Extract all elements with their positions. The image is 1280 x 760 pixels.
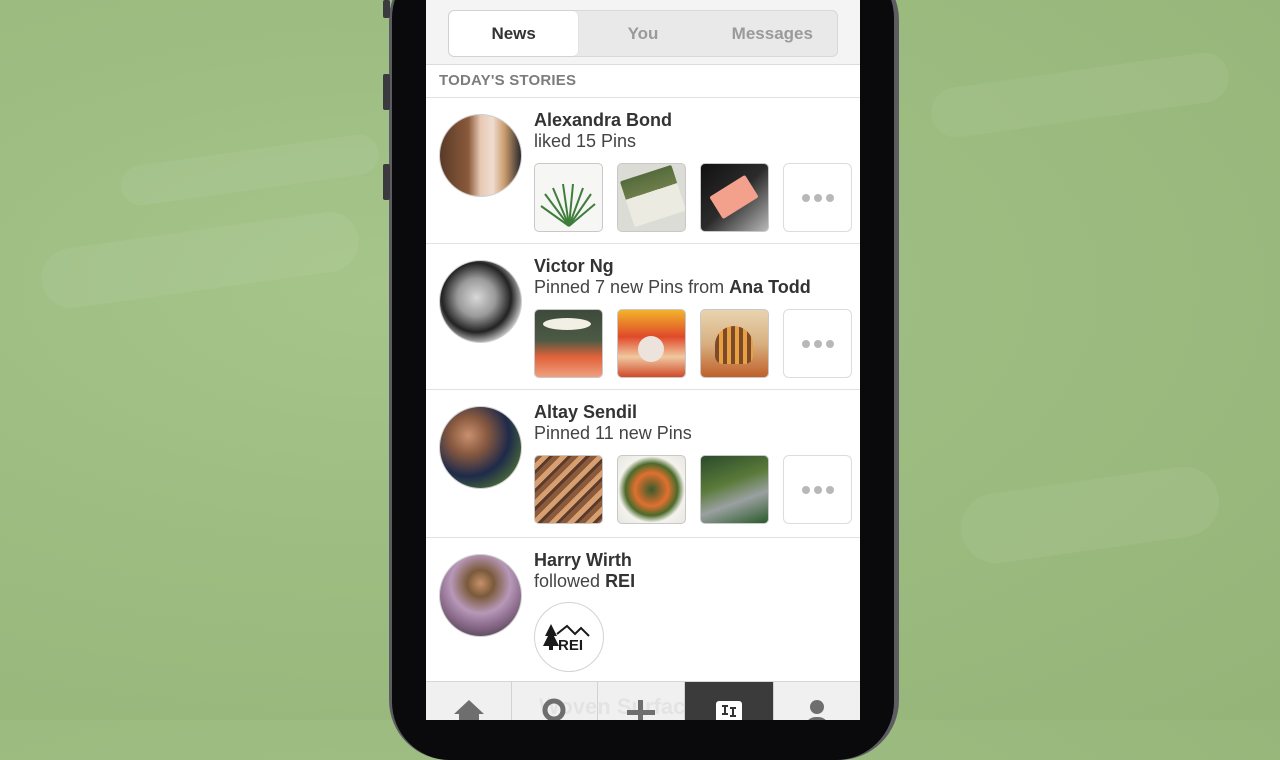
volume-down-button bbox=[383, 164, 390, 200]
background-texture bbox=[927, 49, 1233, 141]
home-icon bbox=[453, 700, 484, 720]
story-user-name[interactable]: Harry Wirth bbox=[534, 550, 632, 571]
plus-icon bbox=[627, 700, 655, 720]
pink-box-icon bbox=[709, 174, 759, 220]
app-screen: News You Messages TODAY'S STORIES Alexan… bbox=[426, 0, 860, 720]
avatar[interactable] bbox=[439, 554, 522, 637]
story-action-text: followed bbox=[534, 571, 601, 591]
more-pins-button[interactable] bbox=[783, 309, 852, 378]
ellipsis-icon bbox=[825, 485, 834, 494]
story-action-text: Pinned 11 new Pins bbox=[534, 423, 692, 443]
story-action-text: liked 15 Pins bbox=[534, 131, 637, 151]
ellipsis-icon bbox=[825, 193, 834, 202]
ellipsis-icon bbox=[813, 193, 822, 202]
avatar[interactable] bbox=[439, 114, 522, 197]
story-action: liked 15 Pins bbox=[534, 131, 636, 152]
story-item[interactable]: Victor Ng Pinned 7 new Pins from Ana Tod… bbox=[426, 244, 860, 390]
pin-thumbnails bbox=[534, 455, 852, 524]
hat-illustration-icon bbox=[543, 318, 591, 330]
pin-thumbnails bbox=[534, 309, 852, 378]
pin-thumbnail[interactable] bbox=[700, 455, 769, 524]
story-action-text: Pinned 7 new Pins from bbox=[534, 277, 725, 297]
section-header: TODAY'S STORIES bbox=[426, 65, 860, 98]
story-item[interactable]: Alexandra Bond liked 15 Pins bbox=[426, 98, 860, 244]
tab-messages[interactable]: Messages bbox=[708, 11, 837, 56]
tab-profile[interactable] bbox=[774, 682, 860, 720]
story-item[interactable]: Harry Wirth followed REI REI bbox=[426, 538, 860, 683]
more-pins-button[interactable] bbox=[783, 455, 852, 524]
ellipsis-icon bbox=[825, 339, 834, 348]
avatar[interactable] bbox=[439, 260, 522, 343]
tab-news-feed[interactable] bbox=[684, 682, 774, 720]
story-action-target[interactable]: REI bbox=[605, 571, 635, 591]
ellipsis-icon bbox=[801, 485, 810, 494]
story-action: Pinned 11 new Pins bbox=[534, 423, 692, 444]
pin-news-icon bbox=[715, 701, 742, 720]
avatar[interactable] bbox=[439, 406, 522, 489]
segmented-control: News You Messages bbox=[448, 10, 838, 57]
profile-icon bbox=[808, 700, 826, 720]
ellipsis-icon bbox=[801, 339, 810, 348]
pin-thumbnail[interactable] bbox=[534, 455, 603, 524]
ellipsis-icon bbox=[813, 339, 822, 348]
pushpin-icon bbox=[721, 705, 736, 717]
story-user-name[interactable]: Victor Ng bbox=[534, 256, 614, 277]
tab-add[interactable] bbox=[598, 682, 685, 720]
background-texture bbox=[37, 208, 363, 312]
pin-thumbnail[interactable] bbox=[617, 163, 686, 232]
story-action-target[interactable]: Ana Todd bbox=[729, 277, 811, 297]
pin-thumbnail[interactable] bbox=[617, 455, 686, 524]
ellipsis-icon bbox=[801, 193, 810, 202]
ellipsis-icon bbox=[813, 485, 822, 494]
bob-illustration-icon bbox=[715, 326, 753, 364]
tab-news[interactable]: News bbox=[449, 11, 579, 56]
pin-thumbnail[interactable] bbox=[534, 163, 603, 232]
story-action: Pinned 7 new Pins from Ana Todd bbox=[534, 277, 811, 298]
background-texture bbox=[118, 132, 382, 208]
volume-up-button bbox=[383, 74, 390, 110]
pin-thumbnail[interactable] bbox=[534, 309, 603, 378]
top-bar: News You Messages bbox=[426, 0, 860, 65]
pin-thumbnail[interactable] bbox=[617, 309, 686, 378]
mute-switch bbox=[383, 0, 390, 18]
rei-logo-icon: REI bbox=[543, 624, 590, 652]
more-pins-button[interactable] bbox=[783, 163, 852, 232]
search-icon bbox=[542, 698, 566, 720]
tab-you[interactable]: You bbox=[578, 11, 707, 56]
background-texture bbox=[956, 462, 1224, 568]
rei-logo-text: REI bbox=[558, 637, 583, 652]
story-action: followed REI bbox=[534, 571, 635, 592]
pin-thumbnail[interactable] bbox=[700, 309, 769, 378]
story-item[interactable]: Altay Sendil Pinned 11 new Pins bbox=[426, 390, 860, 538]
tab-search[interactable] bbox=[512, 682, 599, 720]
rei-brand-avatar[interactable]: REI bbox=[534, 602, 604, 672]
story-user-name[interactable]: Alexandra Bond bbox=[534, 110, 672, 131]
palm-leaf-icon bbox=[540, 183, 596, 227]
book-icon bbox=[619, 164, 685, 228]
tab-home[interactable] bbox=[426, 682, 513, 720]
pin-thumbnail[interactable] bbox=[700, 163, 769, 232]
story-user-name[interactable]: Altay Sendil bbox=[534, 402, 637, 423]
girl-illustration-icon bbox=[638, 336, 664, 362]
pin-thumbnails bbox=[534, 163, 852, 232]
bottom-tab-bar: Woven Surface bbox=[426, 681, 860, 720]
